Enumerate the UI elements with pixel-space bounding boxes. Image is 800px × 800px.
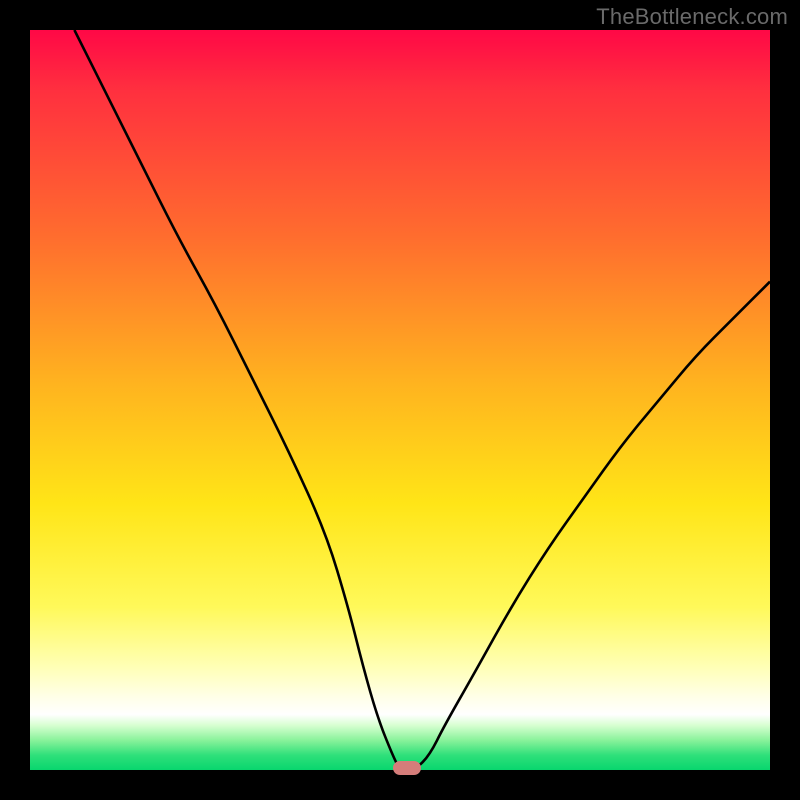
chart-frame: TheBottleneck.com (0, 0, 800, 800)
curve-layer (30, 30, 770, 770)
optimum-marker (393, 761, 421, 775)
watermark-text: TheBottleneck.com (596, 4, 788, 30)
plot-area (30, 30, 770, 770)
bottleneck-curve (74, 30, 770, 770)
